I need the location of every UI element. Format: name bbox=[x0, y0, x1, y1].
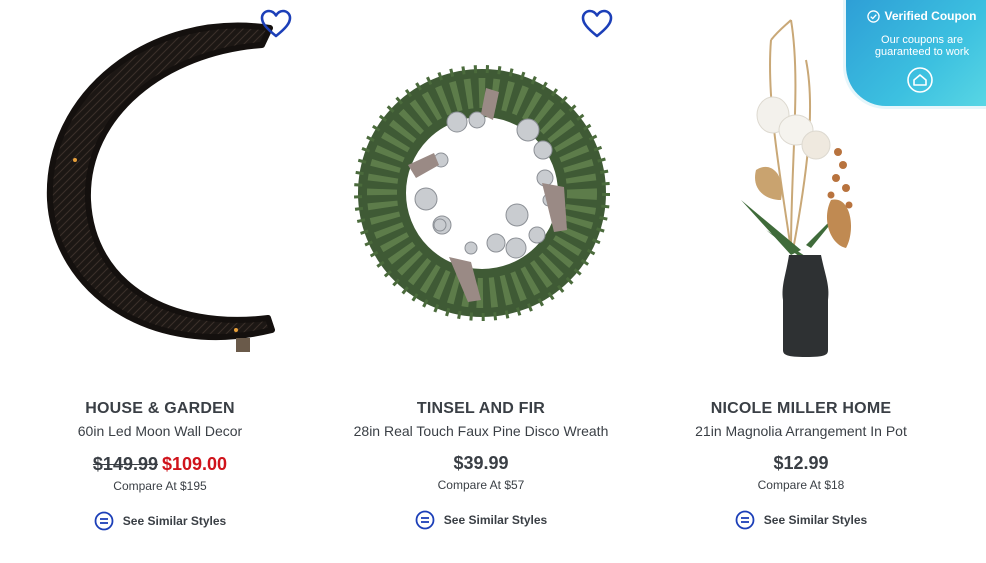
check-circle-icon bbox=[867, 9, 881, 23]
see-similar-styles-button[interactable]: See Similar Styles bbox=[0, 510, 320, 532]
product-title[interactable]: 21in Magnolia Arrangement In Pot bbox=[641, 423, 961, 439]
coupon-subtitle: Our coupons are guaranteed to work bbox=[874, 34, 970, 58]
original-price: $149.99 bbox=[92, 454, 158, 474]
similar-styles-icon bbox=[415, 510, 435, 530]
see-similar-styles-button[interactable]: See Similar Styles bbox=[321, 509, 641, 531]
product-price: $39.99 bbox=[453, 453, 509, 473]
product-card-moon-decor[interactable]: HOUSE & GARDEN 60in Led Moon Wall Decor … bbox=[0, 0, 320, 563]
product-card-disco-wreath[interactable]: TINSEL AND FIR 28in Real Touch Faux Pine… bbox=[321, 0, 641, 563]
product-brand[interactable]: TINSEL AND FIR bbox=[321, 400, 641, 418]
sale-price: $109.00 bbox=[162, 454, 228, 474]
product-brand[interactable]: NICOLE MILLER HOME bbox=[641, 400, 961, 418]
see-similar-styles-button[interactable]: See Similar Styles bbox=[641, 509, 961, 531]
compare-at-price: Compare At $57 bbox=[437, 478, 525, 492]
similar-styles-icon bbox=[735, 510, 755, 530]
product-image-disco-wreath[interactable] bbox=[321, 0, 641, 380]
coupon-header: Verified Coupon bbox=[858, 9, 986, 23]
price-row: $149.99 $109.00 bbox=[0, 454, 320, 475]
coupon-title: Verified Coupon bbox=[884, 9, 977, 23]
product-title[interactable]: 60in Led Moon Wall Decor bbox=[0, 423, 320, 439]
see-similar-styles-label: See Similar Styles bbox=[443, 513, 548, 527]
product-brand[interactable]: HOUSE & GARDEN bbox=[0, 400, 320, 418]
similar-styles-icon bbox=[94, 511, 114, 531]
home-icon[interactable] bbox=[907, 67, 933, 93]
product-price: $12.99 bbox=[773, 453, 829, 473]
compare-at-price: Compare At $18 bbox=[757, 478, 845, 492]
product-image-moon-decor[interactable] bbox=[0, 0, 320, 380]
see-similar-styles-label: See Similar Styles bbox=[763, 513, 868, 527]
favorite-heart-icon[interactable] bbox=[259, 8, 293, 40]
price-row: $12.99 bbox=[641, 453, 961, 474]
product-title[interactable]: 28in Real Touch Faux Pine Disco Wreath bbox=[321, 423, 641, 439]
see-similar-styles-label: See Similar Styles bbox=[122, 514, 227, 528]
compare-at-price: Compare At $195 bbox=[113, 479, 207, 493]
verified-coupon-badge[interactable]: Verified Coupon Our coupons are guarante… bbox=[846, 0, 986, 106]
price-row: $39.99 bbox=[321, 453, 641, 474]
favorite-heart-icon[interactable] bbox=[580, 8, 614, 40]
